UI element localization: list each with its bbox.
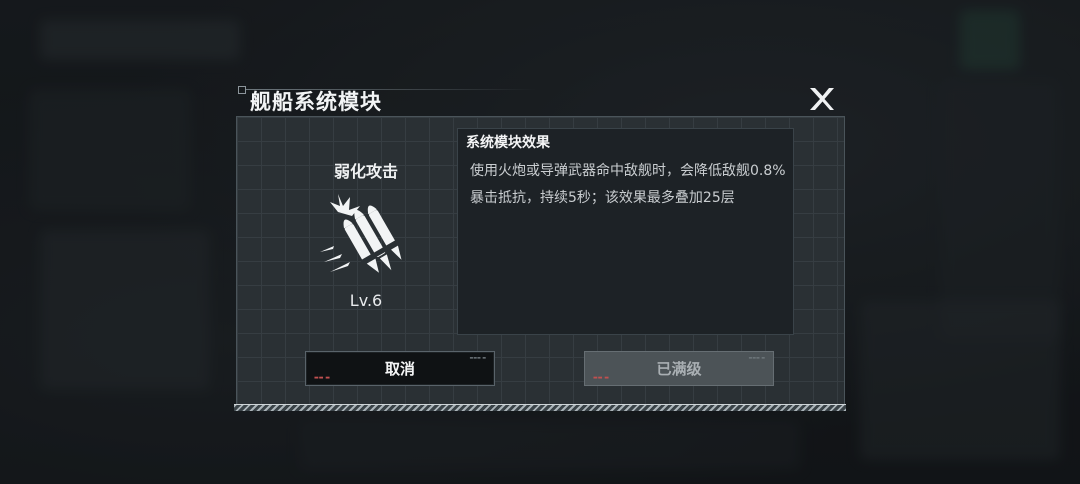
dialog-title: 舰船系统模块 — [250, 90, 382, 114]
max-level-button-label: 已满级 — [656, 360, 702, 378]
title-decoration — [238, 86, 246, 94]
max-level-button[interactable]: 已满级 ▬▬ ▬ ▬▬▬ ▬ — [584, 351, 774, 386]
button-corner-mark: ▬▬ ▬ — [593, 375, 609, 381]
button-corner-mark: ▬▬▬ ▬ — [748, 355, 765, 360]
module-level: Lv.6 — [349, 291, 383, 310]
close-button[interactable] — [806, 84, 836, 114]
effect-description: 使用火炮或导弹武器命中敌舰时，会降低敌舰0.8%暴击抵抗，持续5秒；该效果最多叠… — [470, 163, 786, 206]
close-x-icon — [810, 88, 834, 110]
cancel-button[interactable]: 取消 ▬▬ ▬ ▬▬▬ ▬ — [305, 351, 495, 386]
module-name: 弱化攻击 — [333, 162, 398, 181]
button-corner-mark: ▬▬ ▬ — [314, 375, 330, 381]
effect-heading: 系统模块效果 — [466, 135, 550, 151]
missile-volley-icon — [316, 192, 416, 278]
cancel-button-label: 取消 — [384, 360, 415, 378]
panel-bottom-stripe — [234, 404, 846, 411]
button-corner-mark: ▬▬▬ ▬ — [469, 355, 486, 360]
